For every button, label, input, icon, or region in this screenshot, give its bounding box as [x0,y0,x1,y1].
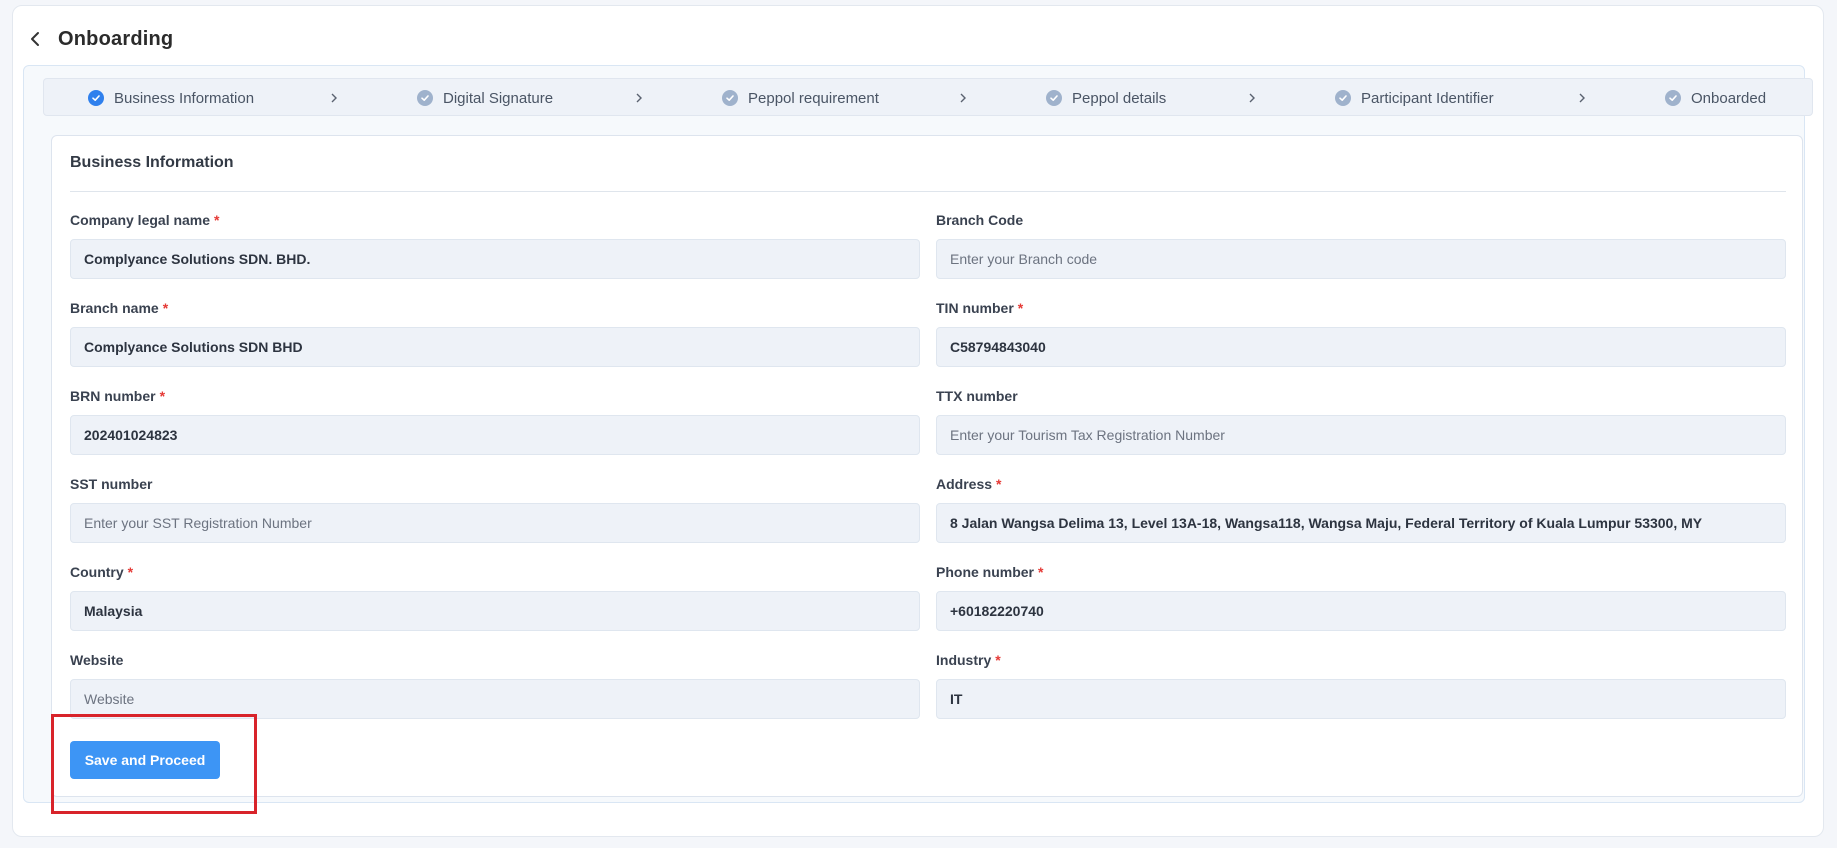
chevron-right-icon [635,79,643,117]
industry-field: Industry * [936,649,1786,719]
required-mark: * [159,388,166,404]
check-circle-icon [722,90,738,106]
ttx-number-field: TTX number [936,385,1786,455]
step-onboarded[interactable]: Onboarded [1665,79,1766,117]
country-field: Country * [70,561,920,631]
required-mark: * [995,652,1001,668]
website-input[interactable] [70,679,920,719]
phone-number-input[interactable] [936,591,1786,631]
field-label: SST number [70,476,153,492]
field-label: BRN number [70,388,156,404]
sst-number-input[interactable] [70,503,920,543]
required-mark: * [1017,300,1024,316]
field-label: Branch Code [936,212,1024,228]
field-label: TTX number [936,388,1018,404]
brn-number-input[interactable] [70,415,920,455]
field-label: TIN number [936,300,1014,316]
page-header: Onboarding [24,22,173,56]
country-input[interactable] [70,591,920,631]
step-label: Peppol requirement [748,89,879,107]
check-circle-icon [1665,90,1681,106]
ttx-number-input[interactable] [936,415,1786,455]
field-label: Industry [936,652,992,668]
step-label: Digital Signature [443,89,554,107]
required-mark: * [162,300,169,316]
step-business-information[interactable]: Business Information [88,79,254,117]
highlight-box [51,714,257,814]
address-input[interactable] [936,503,1786,543]
field-label: Company legal name [70,212,211,228]
step-digital-signature[interactable]: Digital Signature [417,79,553,117]
step-peppol-details[interactable]: Peppol details [1046,79,1166,117]
field-label: Phone number [936,564,1035,580]
step-label: Peppol details [1072,89,1167,107]
field-label: Branch name [70,300,159,316]
page-title: Onboarding [58,27,174,50]
sst-number-field: SST number [70,473,920,543]
field-label: Address [936,476,993,492]
website-field: Website [70,649,920,719]
brn-number-field: BRN number * [70,385,920,455]
company-legal-name-input[interactable] [70,239,920,279]
company-legal-name-field: Company legal name * [70,209,920,279]
chevron-right-icon [1248,79,1256,117]
step-label: Business Information [114,89,255,107]
field-label: Country [70,564,124,580]
tin-number-field: TIN number * [936,297,1786,367]
branch-name-input[interactable] [70,327,920,367]
branch-code-input[interactable] [936,239,1786,279]
check-circle-icon [88,90,104,106]
phone-number-field: Phone number * [936,561,1786,631]
branch-name-field: Branch name * [70,297,920,367]
address-field: Address * [936,473,1786,543]
divider [70,191,1786,192]
step-participant-identifier[interactable]: Participant Identifier [1335,79,1494,117]
business-information-card: Business Information Company legal name *… [51,135,1803,797]
required-mark: * [127,564,134,580]
check-circle-icon [1046,90,1062,106]
back-button[interactable] [24,28,46,50]
chevron-left-icon [31,32,39,46]
branch-code-field: Branch Code [936,209,1786,279]
check-circle-icon [417,90,433,106]
chevron-right-icon [1578,79,1586,117]
step-label: Participant Identifier [1361,89,1494,107]
chevron-right-icon [959,79,967,117]
tin-number-input[interactable] [936,327,1786,367]
required-mark: * [214,212,220,228]
onboarding-stepper: Business Information Digital Signature P… [43,78,1813,116]
check-circle-icon [1335,90,1351,106]
required-mark: * [1038,564,1044,580]
step-label: Onboarded [1691,89,1767,107]
industry-input[interactable] [936,679,1786,719]
section-title: Business Information [70,154,234,171]
chevron-right-icon [330,79,338,117]
required-mark: * [996,476,1002,492]
field-label: Website [70,652,124,668]
step-peppol-requirement[interactable]: Peppol requirement [722,79,879,117]
